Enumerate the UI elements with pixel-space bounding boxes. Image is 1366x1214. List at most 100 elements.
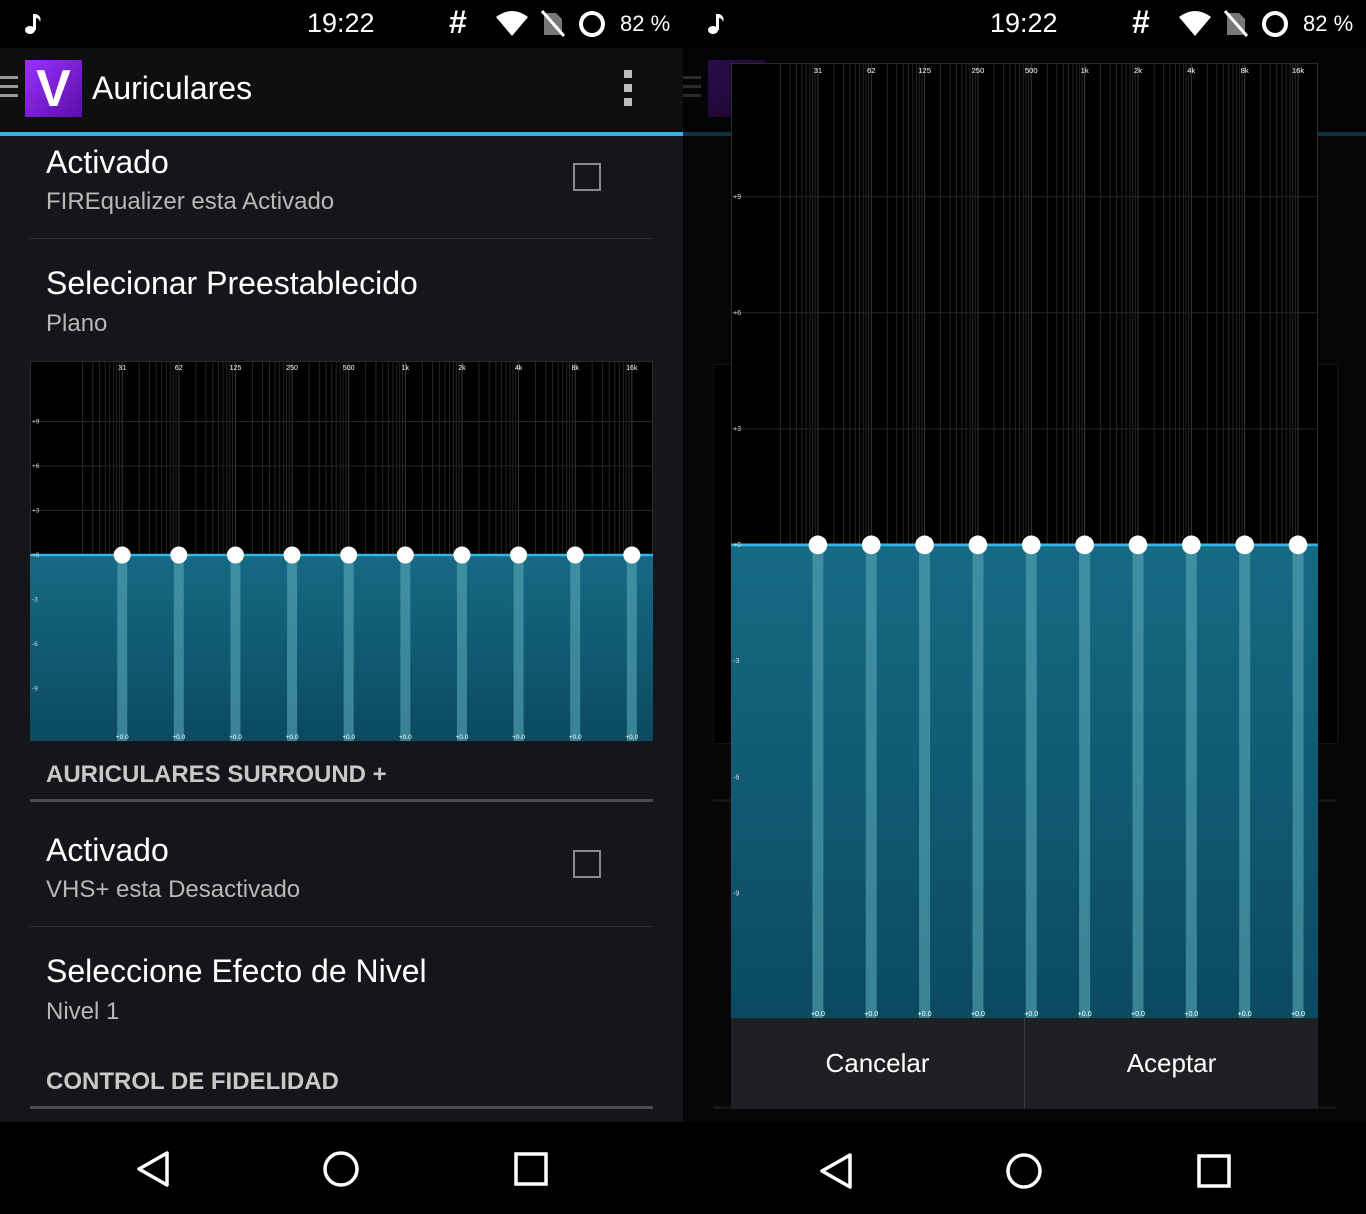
eq-gain-label: +0.0 xyxy=(1078,1010,1092,1018)
eq-band-thumb[interactable] xyxy=(1075,535,1094,555)
eq-band-bar xyxy=(230,555,241,741)
recents-icon[interactable] xyxy=(1197,1154,1231,1188)
recents-icon[interactable] xyxy=(514,1152,548,1186)
eq-gain-label: +0.0 xyxy=(971,1010,985,1018)
eq-y-tick-label: +6 xyxy=(32,463,40,470)
eq-band-thumb[interactable] xyxy=(340,546,358,564)
eq-band-thumb[interactable] xyxy=(1021,535,1041,555)
eq-band-thumb[interactable] xyxy=(226,546,244,564)
eq-y-tick-label: +9 xyxy=(32,419,40,426)
eq-band-bar xyxy=(570,555,581,741)
status-bar: 19:22 # 82 % xyxy=(0,0,683,48)
battery-circle-icon xyxy=(1262,11,1288,37)
action-bar: V Auriculares xyxy=(0,48,683,136)
eq-band-label: 16k xyxy=(1292,66,1305,75)
eq-y-tick-label: -9 xyxy=(32,686,38,693)
wifi-icon xyxy=(496,11,528,36)
eq-gain-label: +0.0 xyxy=(864,1010,878,1018)
eq-band-thumb[interactable] xyxy=(1128,535,1148,555)
eq-band-thumb[interactable] xyxy=(1288,535,1308,555)
page-title: Auriculares xyxy=(92,70,253,106)
eq-band-label: 500 xyxy=(1025,66,1038,75)
eq-band-thumb[interactable] xyxy=(396,546,414,564)
back-icon[interactable] xyxy=(135,1150,171,1188)
cancel-button[interactable]: Cancelar xyxy=(731,1018,1024,1109)
accept-button[interactable]: Aceptar xyxy=(1025,1018,1318,1109)
home-icon[interactable] xyxy=(322,1150,360,1188)
hash-icon: # xyxy=(449,4,467,40)
equalizer-graph-large[interactable]: 31 +0.0 62 +0.0 125 +0.0 250 +0.0 500 +0.0 1k +0.0 2… xyxy=(731,63,1318,1018)
eq-y-tick-label: -6 xyxy=(32,641,38,648)
app-logo[interactable]: V xyxy=(25,60,82,118)
no-sim-icon xyxy=(540,10,566,37)
eq-gain-label: +0.0 xyxy=(456,734,469,741)
eq-band-thumb[interactable] xyxy=(1235,535,1255,555)
eq-band-label: 250 xyxy=(286,365,298,372)
battery-percent: 82 % xyxy=(1303,11,1354,36)
eq-gain-label: +0.0 xyxy=(229,734,242,741)
status-bar: 19:22 # 82 % xyxy=(683,0,1366,48)
eq-band-thumb[interactable] xyxy=(453,546,471,564)
eq-band-thumb[interactable] xyxy=(170,546,188,564)
drawer-menu-icon[interactable] xyxy=(0,76,18,103)
eq-band-thumb[interactable] xyxy=(915,535,934,555)
pref-effect-level-value: Nivel 1 xyxy=(46,998,120,1025)
fire-enabled-checkbox[interactable] xyxy=(573,163,601,191)
dialog-button-bar: Cancelar Aceptar xyxy=(731,1018,1318,1109)
eq-band-label: 16k xyxy=(626,365,638,372)
eq-gain-label: +0.0 xyxy=(1131,1010,1145,1018)
eq-band-bar xyxy=(456,555,467,741)
pref-preset-value: Plano xyxy=(46,310,108,337)
battery-circle-icon xyxy=(579,11,605,37)
eq-band-thumb[interactable] xyxy=(968,535,988,555)
pref-preset-title: Selecionar Preestablecido xyxy=(46,265,418,301)
eq-y-tick-label: +3 xyxy=(32,508,40,515)
eq-band-thumb[interactable] xyxy=(1181,535,1201,555)
eq-gain-label: +0.0 xyxy=(399,734,412,741)
status-time: 19:22 xyxy=(307,8,375,38)
eq-band-thumb[interactable] xyxy=(808,535,828,555)
pref-effect-level-title: Seleccione Efecto de Nivel xyxy=(46,953,427,989)
eq-band-bar xyxy=(400,555,411,741)
eq-band-bar xyxy=(1292,544,1304,1018)
equalizer-graph[interactable]: 31 +0.0 62 +0.0 125 +0.0 250 +0.0 500 +0.0 1k +0.0 2… xyxy=(30,361,653,741)
pref-fire-enabled-title: Activado xyxy=(46,144,169,180)
eq-band-thumb[interactable] xyxy=(623,546,641,564)
eq-band-bar xyxy=(626,555,637,741)
eq-gain-label: +0.0 xyxy=(116,734,129,741)
eq-y-tick-label: +6 xyxy=(733,309,741,317)
eq-gain-label: +0.0 xyxy=(918,1010,932,1018)
eq-band-label: 250 xyxy=(972,66,985,75)
eq-gain-label: +0.0 xyxy=(625,734,638,741)
pref-fire-enabled[interactable]: Activado FIREqualizer esta Activado xyxy=(30,136,653,238)
home-icon[interactable] xyxy=(1005,1152,1043,1190)
eq-band-thumb[interactable] xyxy=(283,546,301,564)
eq-gain-label: +0.0 xyxy=(286,734,299,741)
eq-band-label: 8k xyxy=(571,365,579,372)
eq-band-thumb[interactable] xyxy=(510,546,528,564)
eq-y-tick-label: -3 xyxy=(733,657,739,665)
eq-gain-label: +0.0 xyxy=(1291,1010,1305,1018)
eq-band-thumb[interactable] xyxy=(566,546,584,564)
eq-band-label: 2k xyxy=(458,365,466,372)
eq-y-tick-label: +0 xyxy=(32,552,40,559)
pref-preset[interactable]: Selecionar Preestablecido Plano xyxy=(30,239,653,351)
eq-band-bar xyxy=(1185,544,1197,1018)
eq-band-thumb[interactable] xyxy=(113,546,131,564)
eq-y-tick-label: +9 xyxy=(733,193,741,201)
back-icon[interactable] xyxy=(818,1152,854,1190)
overflow-menu-icon[interactable] xyxy=(624,70,634,112)
pref-effect-level[interactable]: Seleccione Efecto de Nivel Nivel 1 xyxy=(30,927,653,1039)
eq-band-bar xyxy=(513,555,524,741)
eq-band-label: 125 xyxy=(230,365,242,372)
pref-vhs-enabled[interactable]: Activado VHS+ esta Desactivado xyxy=(30,824,653,926)
eq-band-bar xyxy=(173,555,184,741)
hash-icon: # xyxy=(1132,4,1150,40)
eq-band-thumb[interactable] xyxy=(861,535,881,555)
eq-gain-label: +0.0 xyxy=(172,734,185,741)
vhs-enabled-checkbox[interactable] xyxy=(573,850,601,878)
eq-band-label: 4k xyxy=(515,365,523,372)
eq-y-tick-label: +0 xyxy=(733,541,741,549)
navigation-bar xyxy=(683,1122,1366,1214)
eq-band-bar xyxy=(1079,544,1091,1018)
